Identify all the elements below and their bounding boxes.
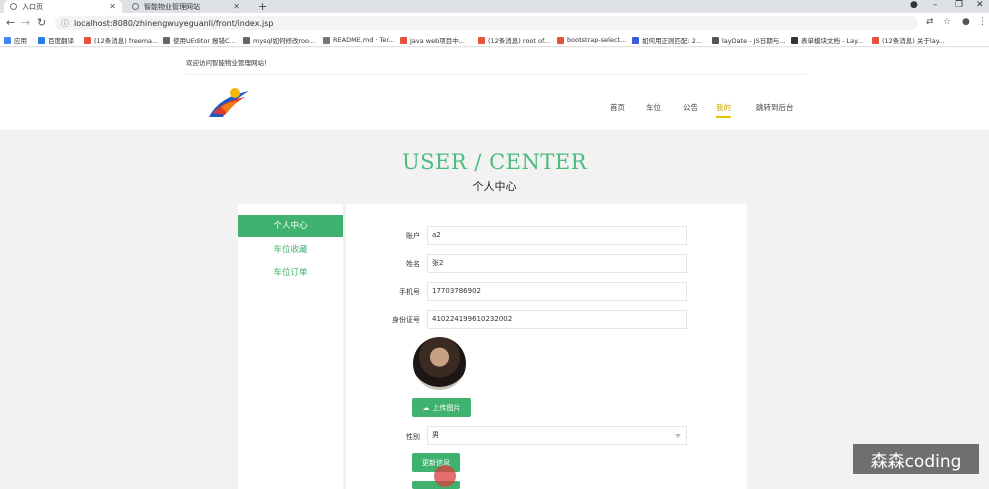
address-bar: ← → ↻ ⓘ localhost:8080/zhinengwuyeguanli… bbox=[0, 13, 989, 33]
sidebar-item-orders[interactable]: 车位订单 bbox=[238, 262, 343, 284]
bookmark-icon bbox=[632, 36, 639, 44]
page-title: USER / CENTER bbox=[401, 150, 588, 174]
bookmark-item[interactable]: 应用 bbox=[4, 35, 27, 45]
new-tab-plus-icon[interactable]: + bbox=[258, 0, 267, 13]
bookmark-item[interactable]: 百度翻译 bbox=[38, 35, 74, 45]
bookmark-item[interactable]: 如何用正则匹配: 2... bbox=[632, 35, 702, 45]
bookmark-icon bbox=[400, 36, 407, 44]
bookmark-item[interactable]: (12条消息) freema... bbox=[84, 35, 158, 45]
nav-admin[interactable]: 跳转到后台 bbox=[756, 102, 794, 113]
chevron-down-icon bbox=[675, 434, 681, 438]
translate-icon[interactable]: ⇄ bbox=[926, 17, 934, 27]
sidebar: 个人中心 车位收藏 车位订单 bbox=[238, 204, 343, 489]
bookmark-icon bbox=[791, 36, 798, 44]
cursor-highlight bbox=[434, 465, 456, 487]
sidebar-item-favorites[interactable]: 车位收藏 bbox=[238, 239, 343, 261]
bookmark-icon bbox=[323, 36, 330, 44]
bookmark-icon bbox=[84, 36, 91, 44]
sidebar-item-profile[interactable]: 个人中心 bbox=[238, 215, 343, 237]
close-icon[interactable]: ✕ bbox=[233, 2, 240, 11]
info-icon: ⓘ bbox=[61, 18, 69, 28]
browser-tab-bar: 入口页 ✕ 智能物业管理网站 ✕ + ● – ❐ ✕ bbox=[0, 0, 989, 13]
upload-image-button[interactable]: ☁ 上传图片 bbox=[412, 398, 471, 417]
bookmark-item[interactable]: 表单模块文档 - Lay... bbox=[791, 35, 863, 45]
idcard-field[interactable]: 410224199610232002 bbox=[427, 310, 687, 329]
bookmark-item[interactable]: bootstrap-select... bbox=[557, 35, 626, 45]
account-icon[interactable]: ● bbox=[962, 17, 970, 27]
name-field[interactable]: 张2 bbox=[427, 254, 687, 273]
bookmark-item[interactable]: mysql如何修改roo... bbox=[243, 35, 315, 45]
tab-title: 入口页 bbox=[22, 2, 43, 11]
bookmark-item[interactable]: 使用UEditor 报错C... bbox=[163, 35, 236, 45]
bookmark-item[interactable]: (12条消息) 关于lay... bbox=[872, 35, 945, 45]
minimize-icon[interactable]: – bbox=[933, 0, 938, 10]
idcard-label: 身份证号 bbox=[392, 316, 420, 324]
cloud-upload-icon: ☁ bbox=[422, 403, 430, 412]
nav-mine[interactable]: 我的 bbox=[716, 102, 731, 118]
page-subtitle: 个人中心 bbox=[472, 180, 517, 193]
bookmark-icon bbox=[557, 36, 564, 44]
welcome-text: 欢迎访问智能物业管理网站！ bbox=[186, 59, 271, 67]
gender-value: 男 bbox=[432, 431, 439, 439]
nav-notice[interactable]: 公告 bbox=[683, 102, 698, 113]
url-text: localhost:8080/zhinengwuyeguanli/front/i… bbox=[74, 18, 274, 28]
account-label: 账户 bbox=[406, 232, 420, 240]
star-icon[interactable]: ☆ bbox=[943, 17, 951, 27]
reload-icon[interactable]: ↻ bbox=[37, 16, 46, 29]
bookmark-icon bbox=[872, 36, 879, 44]
header-divider bbox=[185, 74, 807, 75]
avatar bbox=[413, 337, 466, 390]
browser-tab-0[interactable]: 入口页 ✕ bbox=[4, 0, 122, 13]
back-icon[interactable]: ← bbox=[6, 16, 15, 29]
bookmark-icon bbox=[163, 36, 170, 44]
browser-tab-1[interactable]: 智能物业管理网站 ✕ bbox=[126, 0, 246, 13]
site-header bbox=[0, 48, 989, 130]
profile-panel bbox=[346, 204, 747, 489]
bookmark-item[interactable]: (12条消息) root of... bbox=[478, 35, 550, 45]
url-field[interactable]: ⓘ localhost:8080/zhinengwuyeguanli/front… bbox=[55, 16, 918, 30]
bookmarks-bar: 应用 百度翻译 (12条消息) freema... 使用UEditor 报错C.… bbox=[0, 33, 989, 47]
site-logo[interactable] bbox=[205, 83, 253, 121]
phone-field[interactable]: 17703786902 bbox=[427, 282, 687, 301]
window-close-icon[interactable]: ✕ bbox=[976, 0, 984, 10]
account-field[interactable]: a2 bbox=[427, 226, 687, 245]
bookmark-icon bbox=[712, 36, 719, 44]
bookmark-item[interactable]: Java web项目中... bbox=[400, 35, 465, 45]
watermark: 森森coding bbox=[853, 444, 979, 474]
close-icon[interactable]: ✕ bbox=[109, 2, 116, 11]
nav-parking[interactable]: 车位 bbox=[646, 102, 661, 113]
nav-home[interactable]: 首页 bbox=[610, 102, 625, 113]
forward-icon[interactable]: → bbox=[21, 16, 30, 29]
apps-icon bbox=[4, 36, 11, 44]
phone-label: 手机号 bbox=[399, 288, 420, 296]
bookmark-item[interactable]: layDate - JS日期与... bbox=[712, 35, 785, 45]
bookmark-icon bbox=[243, 36, 250, 44]
tab-favicon-icon bbox=[132, 3, 139, 10]
menu-icon[interactable]: ⋮ bbox=[978, 17, 987, 27]
tab-favicon-icon bbox=[10, 3, 17, 10]
bookmark-icon bbox=[478, 36, 485, 44]
gender-label: 性别 bbox=[406, 433, 420, 441]
tab-title: 智能物业管理网站 bbox=[144, 2, 200, 11]
profile-dot-icon[interactable]: ● bbox=[910, 0, 918, 10]
bookmark-icon bbox=[38, 36, 45, 44]
name-label: 姓名 bbox=[406, 260, 420, 268]
bookmark-item[interactable]: README.md · Ter... bbox=[323, 35, 395, 45]
maximize-icon[interactable]: ❐ bbox=[955, 0, 963, 10]
gender-select[interactable]: 男 bbox=[427, 426, 687, 445]
